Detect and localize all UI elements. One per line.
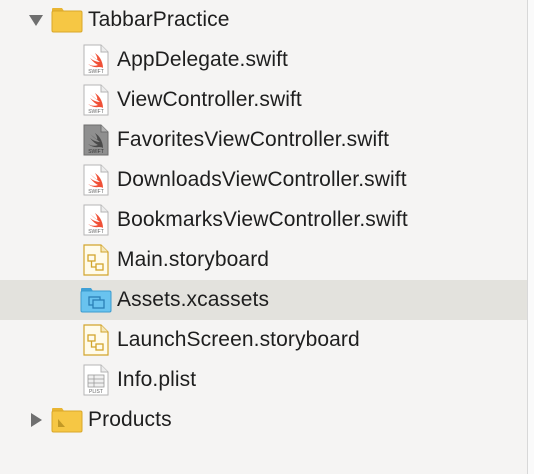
swift-file-icon: SWIFT xyxy=(80,44,112,76)
file-label: LaunchScreen.storyboard xyxy=(117,328,360,351)
file-label: Main.storyboard xyxy=(117,248,270,271)
swift-file-icon: SWIFT xyxy=(80,164,112,196)
plist-file-icon: PLIST xyxy=(80,364,112,396)
file-label: BookmarksViewController.swift xyxy=(117,208,408,231)
scroll-track[interactable] xyxy=(527,0,534,474)
file-row-launchscreen-storyboard[interactable]: LaunchScreen.storyboard xyxy=(0,320,527,360)
group-label: TabbarPractice xyxy=(88,8,230,31)
svg-text:SWIFT: SWIFT xyxy=(88,149,104,155)
file-row-viewcontroller[interactable]: SWIFT ViewController.swift xyxy=(0,80,527,120)
project-navigator: TabbarPractice SWIFT AppDelegate.swift S… xyxy=(0,0,534,474)
svg-text:SWIFT: SWIFT xyxy=(88,229,104,235)
disclosure-triangle-collapsed-icon[interactable] xyxy=(27,411,45,429)
file-label: Assets.xcassets xyxy=(117,288,270,311)
file-label: FavoritesViewController.swift xyxy=(117,128,390,151)
file-label: DownloadsViewController.swift xyxy=(117,168,407,191)
group-label: Products xyxy=(88,408,172,431)
file-row-favoritesviewcontroller[interactable]: SWIFT FavoritesViewController.swift xyxy=(0,120,527,160)
file-label: AppDelegate.swift xyxy=(117,48,288,71)
group-row-products[interactable]: Products xyxy=(0,400,527,440)
svg-text:SWIFT: SWIFT xyxy=(88,189,104,195)
file-label: ViewController.swift xyxy=(117,88,302,111)
svg-text:PLIST: PLIST xyxy=(89,389,103,395)
file-row-assets-xcassets[interactable]: Assets.xcassets xyxy=(0,280,527,320)
storyboard-file-icon xyxy=(80,324,112,356)
file-row-main-storyboard[interactable]: Main.storyboard xyxy=(0,240,527,280)
file-row-downloadsviewcontroller[interactable]: SWIFT DownloadsViewController.swift xyxy=(0,160,527,200)
folder-icon xyxy=(51,4,83,36)
storyboard-file-icon xyxy=(80,244,112,276)
swift-file-icon: SWIFT xyxy=(80,84,112,116)
file-label: Info.plist xyxy=(117,368,197,391)
group-row-tabbarpractice[interactable]: TabbarPractice xyxy=(0,0,527,40)
svg-text:SWIFT: SWIFT xyxy=(88,69,104,75)
asset-catalog-icon xyxy=(80,284,112,316)
svg-text:SWIFT: SWIFT xyxy=(88,109,104,115)
swift-file-icon-dimmed: SWIFT xyxy=(80,124,112,156)
disclosure-triangle-expanded-icon[interactable] xyxy=(27,11,45,29)
file-row-appdelegate[interactable]: SWIFT AppDelegate.swift xyxy=(0,40,527,80)
file-row-info-plist[interactable]: PLIST Info.plist xyxy=(0,360,527,400)
file-row-bookmarksviewcontroller[interactable]: SWIFT BookmarksViewController.swift xyxy=(0,200,527,240)
folder-icon xyxy=(51,404,83,436)
swift-file-icon: SWIFT xyxy=(80,204,112,236)
